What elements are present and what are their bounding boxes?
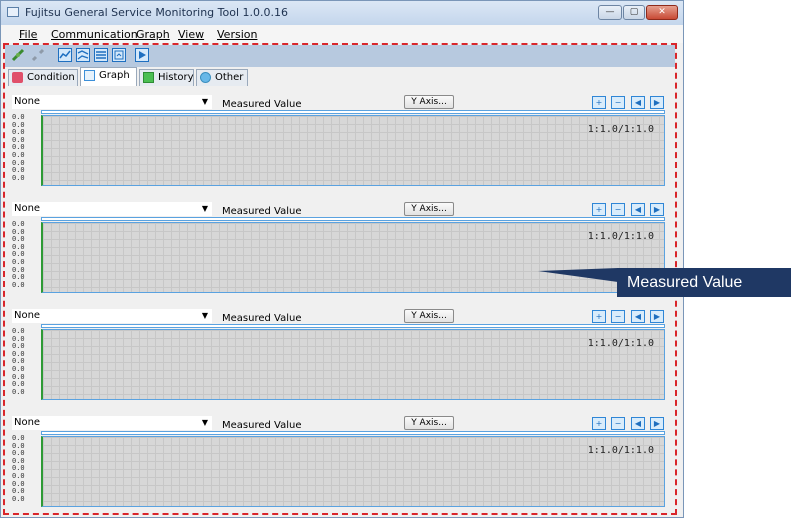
menu-bar: File Communication Graph View Version (1, 25, 683, 43)
close-button[interactable]: ✕ (646, 5, 678, 20)
menu-graph[interactable]: Graph (136, 28, 170, 41)
title-bar[interactable]: Fujitsu General Service Monitoring Tool … (1, 1, 683, 25)
minimize-button[interactable]: — (598, 5, 622, 20)
window-title: Fujitsu General Service Monitoring Tool … (25, 6, 288, 19)
menu-version[interactable]: Version (217, 28, 257, 41)
menu-file[interactable]: File (19, 28, 37, 41)
callout-pointer (538, 268, 618, 282)
app-icon (7, 7, 19, 17)
callout-label: Measured Value (617, 268, 791, 297)
maximize-button[interactable]: ▢ (623, 5, 645, 20)
menu-communication[interactable]: Communication (51, 28, 138, 41)
menu-view[interactable]: View (178, 28, 204, 41)
